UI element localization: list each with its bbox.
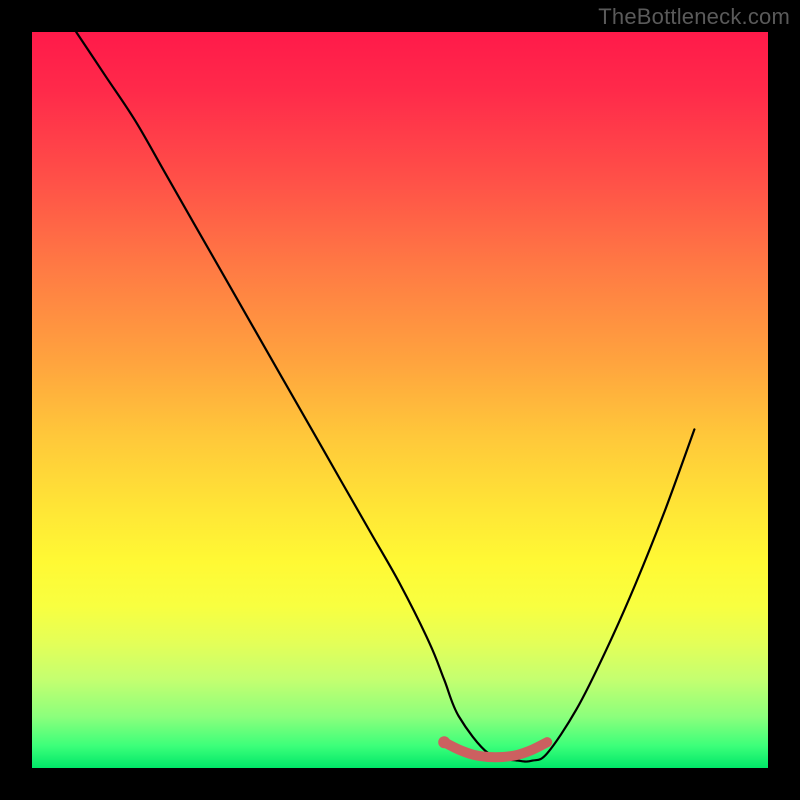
chart-container: TheBottleneck.com <box>0 0 800 800</box>
bottleneck-curve <box>76 32 694 762</box>
chart-svg <box>32 32 768 768</box>
highlight-band <box>444 742 547 757</box>
watermark-label: TheBottleneck.com <box>598 4 790 30</box>
highlight-start-dot <box>438 736 450 748</box>
plot-area <box>32 32 768 768</box>
